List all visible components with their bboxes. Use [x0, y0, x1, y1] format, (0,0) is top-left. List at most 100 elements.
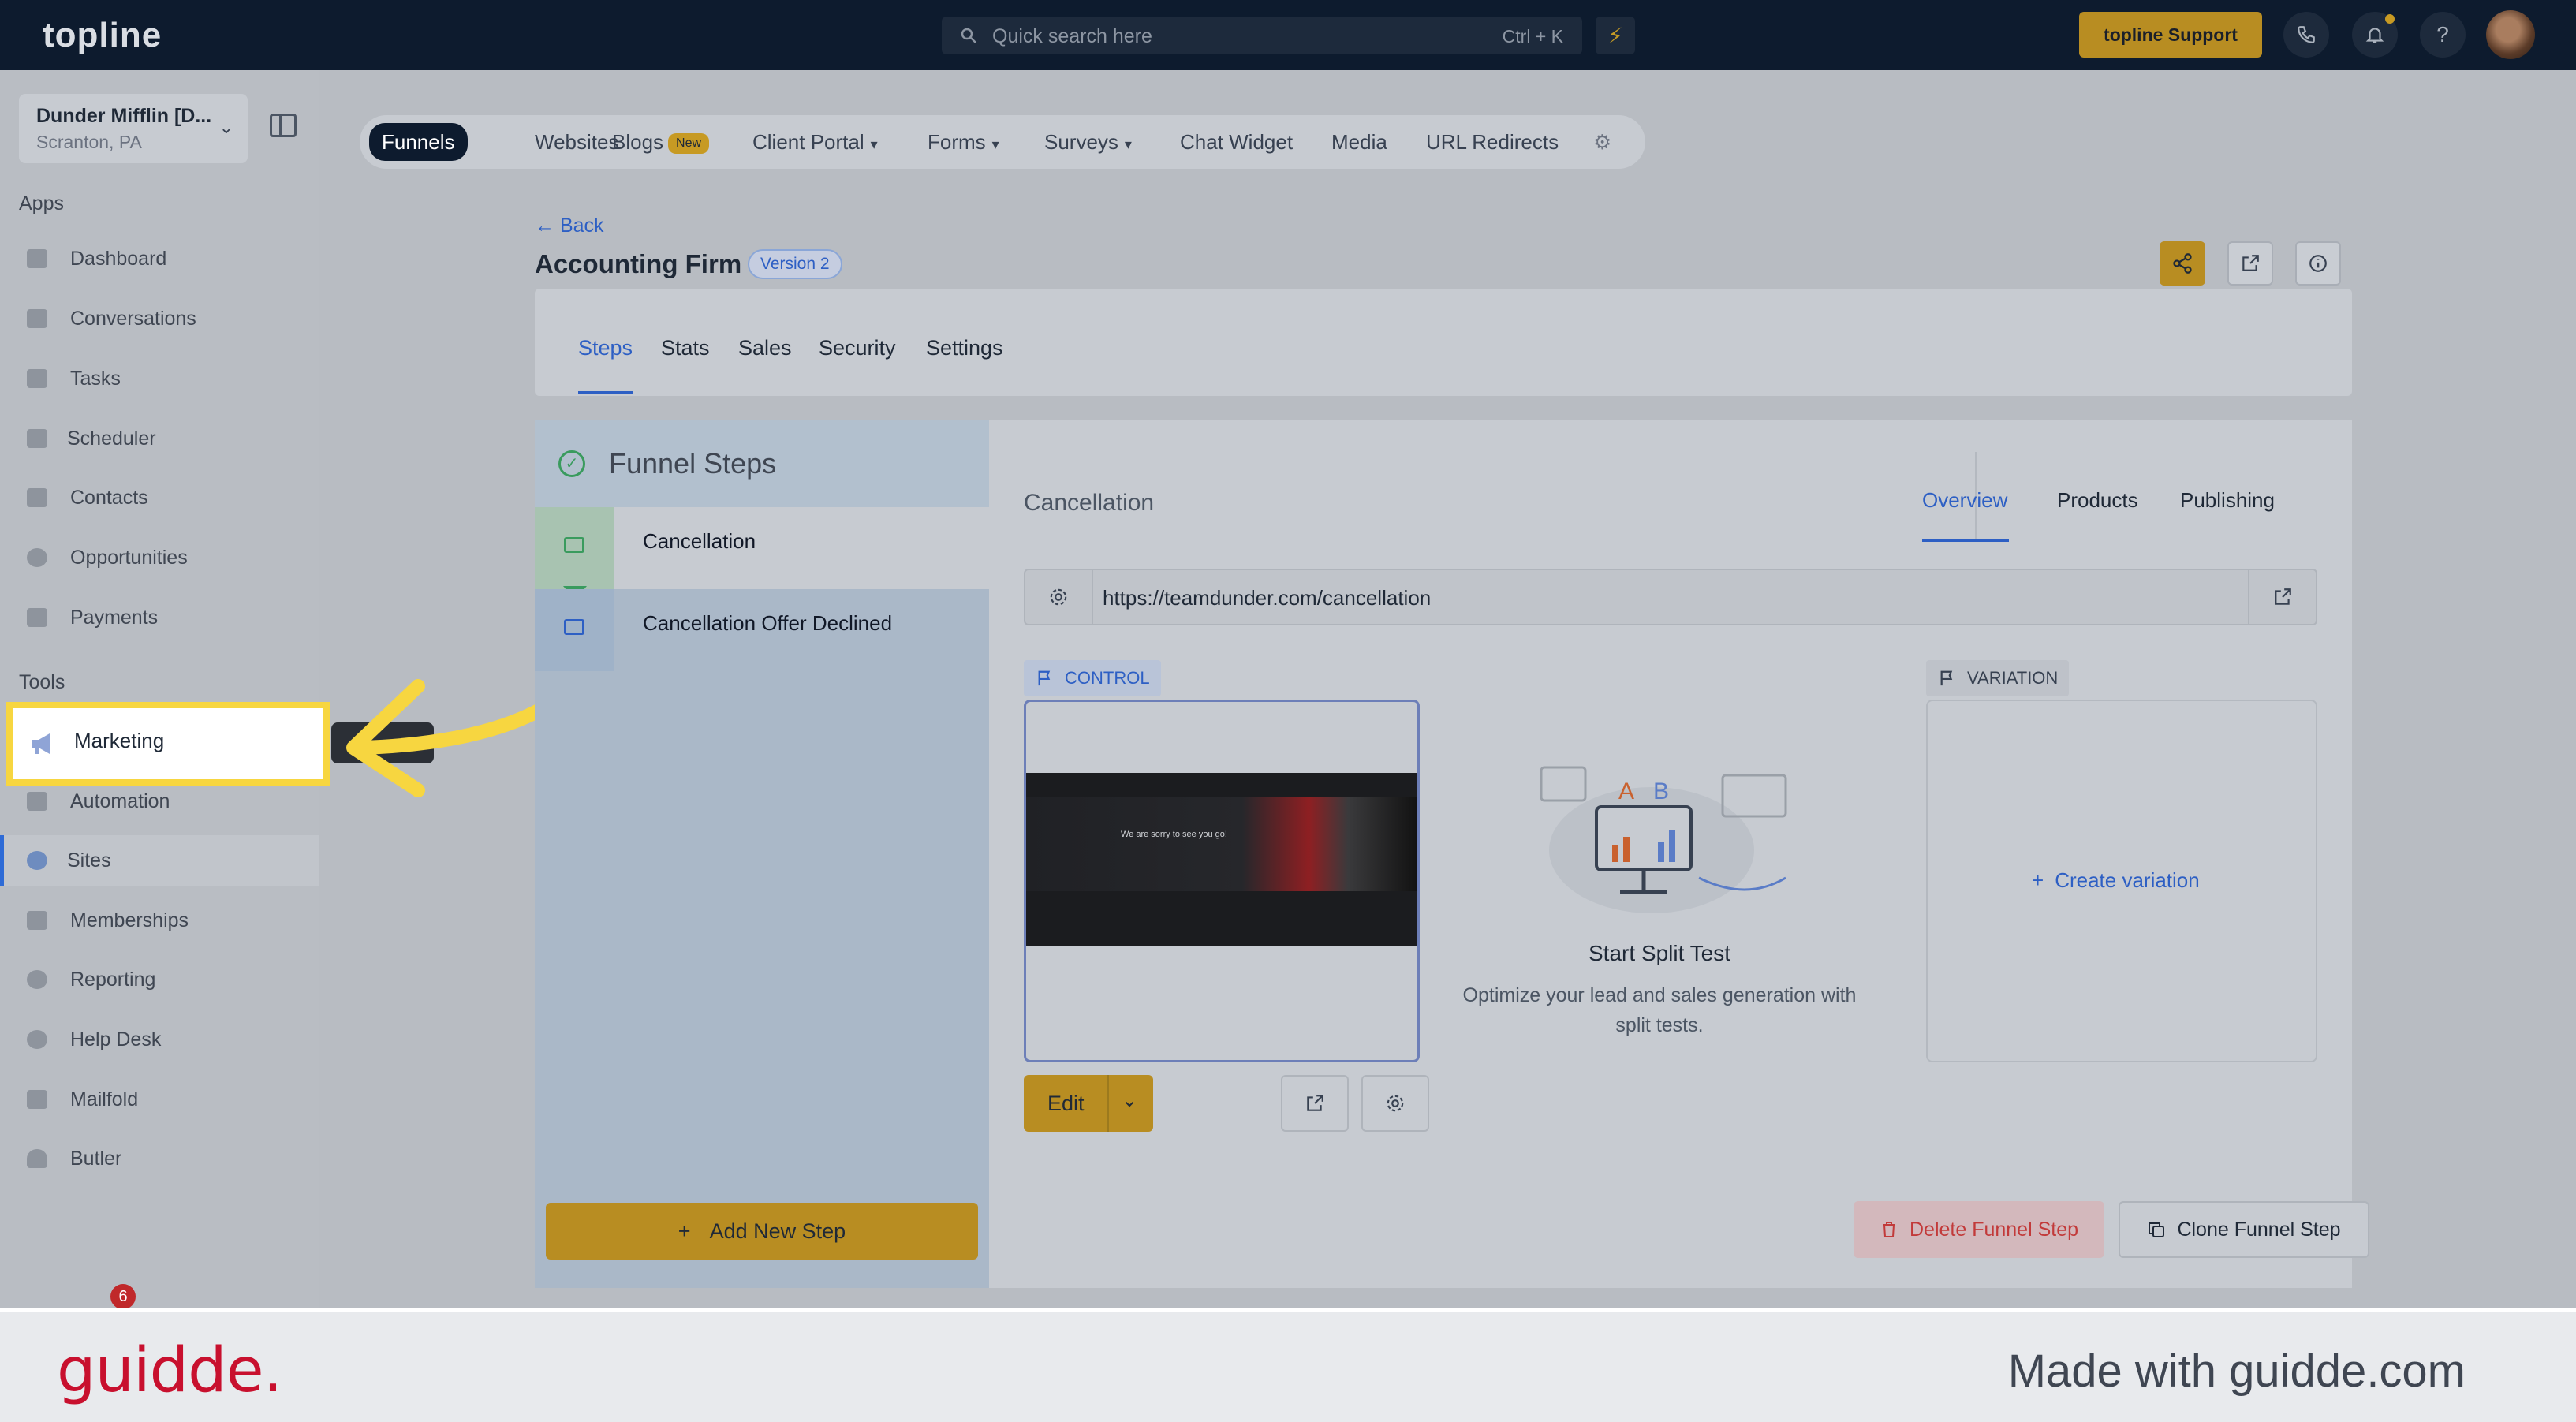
back-link[interactable]: ← Back	[535, 215, 604, 237]
sidebar-item-tasks[interactable]: Tasks	[0, 353, 319, 404]
location-name: Dunder Mifflin [D...	[36, 105, 212, 127]
step-marker	[535, 589, 614, 671]
phone-icon[interactable]	[2283, 12, 2329, 58]
dashboard-icon	[27, 249, 47, 268]
step-detail-title: Cancellation	[1024, 490, 1155, 516]
active-tab-indicator	[1922, 539, 2009, 542]
split-divider	[1107, 1075, 1109, 1132]
sidebar-item-butler[interactable]: Butler	[0, 1133, 319, 1184]
page-title: Accounting Firm	[535, 249, 742, 278]
user-avatar[interactable]	[2486, 10, 2535, 59]
share-button[interactable]	[2160, 241, 2205, 286]
sidebar-item-memberships[interactable]: Memberships	[0, 895, 319, 946]
tab-client-portal[interactable]: Client Portal ▾	[752, 126, 878, 158]
tab-media[interactable]: Media	[1331, 126, 1387, 158]
external-link-icon	[2275, 588, 2291, 605]
gear-icon	[1050, 588, 1067, 606]
tab-url-redirects[interactable]: URL Redirects	[1426, 126, 1559, 158]
sidebar-item-opportunities[interactable]: Opportunities	[0, 532, 319, 583]
add-new-step-button[interactable]: + Add New Step	[546, 1203, 978, 1260]
app-logo[interactable]: topline	[43, 16, 162, 55]
tab-forms[interactable]: Forms ▾	[928, 126, 999, 158]
variation-tag: VARIATION	[1926, 660, 2070, 696]
tab-funnels[interactable]: Funnels	[369, 123, 468, 161]
sidebar-toggle-icon[interactable]	[270, 114, 297, 137]
sidebar-item-dashboard[interactable]: Dashboard	[0, 233, 319, 284]
tab-websites[interactable]: Websites	[535, 126, 618, 158]
tab-blogs[interactable]: Blogs New	[612, 126, 710, 158]
funnel-step-item[interactable]: Cancellation	[535, 507, 989, 589]
search-placeholder: Quick search here	[992, 25, 1152, 47]
chat-icon	[27, 309, 47, 328]
trash-icon	[1882, 1222, 1895, 1237]
location-switcher[interactable]: Dunder Mifflin [D... Scranton, PA ⌄	[19, 94, 248, 163]
tab-blogs-label: Blogs	[612, 130, 664, 154]
info-button[interactable]	[2295, 241, 2341, 286]
tab-security[interactable]: Security	[819, 336, 896, 360]
sidebar-item-sites[interactable]: Sites	[0, 835, 319, 886]
quick-search[interactable]: Quick search here Ctrl + K	[942, 17, 1582, 54]
sidebar-item-help-desk[interactable]: Help Desk	[0, 1014, 319, 1065]
sidebar-item-mailfold[interactable]: Mailfold	[0, 1074, 319, 1125]
step-marker	[535, 507, 614, 589]
sidebar-item-label: Marketing	[74, 729, 165, 752]
preview-button[interactable]	[1281, 1075, 1349, 1132]
megaphone-icon	[32, 733, 50, 754]
tab-forms-label: Forms	[928, 130, 986, 154]
tab-overview[interactable]: Overview	[1922, 488, 2007, 513]
svg-text:A: A	[1618, 778, 1634, 804]
sidebar-item-label: Scheduler	[67, 427, 156, 450]
step-url[interactable]: https://teamdunder.com/cancellation	[1103, 586, 1431, 610]
sidebar-item-reporting[interactable]: Reporting	[0, 954, 319, 1005]
chevron-down-icon[interactable]: ⌄	[1122, 1089, 1137, 1112]
tab-sales[interactable]: Sales	[738, 336, 792, 360]
url-settings-button[interactable]	[1025, 570, 1093, 624]
active-tab-indicator	[578, 391, 633, 394]
funnel-tabs: Steps Stats Sales Security Settings	[535, 289, 2352, 396]
card-icon	[27, 608, 47, 627]
create-variation-button[interactable]: + Create variation	[2032, 868, 2200, 893]
check-circle-icon: ✓	[558, 450, 585, 477]
tools-heading: Tools	[19, 671, 65, 693]
delete-funnel-step-label: Delete Funnel Step	[1909, 1218, 2079, 1241]
tab-steps[interactable]: Steps	[578, 336, 633, 360]
clone-funnel-step-button[interactable]: Clone Funnel Step	[2119, 1201, 2369, 1258]
bolt-icon[interactable]: ⚡	[1596, 17, 1635, 54]
sidebar-item-label: Butler	[70, 1148, 122, 1170]
tab-publishing[interactable]: Publishing	[2180, 488, 2275, 513]
edit-button[interactable]: Edit ⌄	[1024, 1075, 1153, 1132]
new-badge: New	[668, 133, 710, 154]
page-settings-button[interactable]	[1361, 1075, 1429, 1132]
sidebar-item-payments[interactable]: Payments	[0, 592, 319, 643]
share-icon	[2173, 253, 2192, 274]
gear-icon[interactable]: ⚙	[1593, 126, 1611, 158]
search-icon	[961, 28, 976, 43]
help-icon[interactable]: ?	[2420, 12, 2466, 58]
tab-chat-widget[interactable]: Chat Widget	[1180, 126, 1293, 158]
sidebar-item-contacts[interactable]: Contacts	[0, 472, 319, 523]
location-city: Scranton, PA	[36, 132, 142, 152]
made-with-text: Made with guidde.com	[2007, 1345, 2466, 1397]
external-link-icon	[1307, 1095, 1323, 1111]
back-label: Back	[559, 215, 604, 237]
funnel-steps-panel: ✓ Funnel Steps Cancellation Cancellation…	[535, 420, 989, 1288]
contacts-icon	[27, 488, 47, 507]
funnel-steps-header: ✓ Funnel Steps	[535, 420, 989, 507]
support-button[interactable]: topline Support	[2079, 12, 2262, 58]
sidebar-item-marketing[interactable]: Marketing	[6, 702, 330, 786]
notification-badge[interactable]: 6	[110, 1284, 136, 1309]
open-external-button[interactable]	[2227, 241, 2273, 286]
control-page-thumbnail[interactable]: We are sorry to see you go!	[1024, 700, 1420, 1062]
sidebar-item-conversations[interactable]: Conversations	[0, 293, 319, 344]
tab-stats[interactable]: Stats	[661, 336, 710, 360]
sidebar-item-label: Mailfold	[70, 1088, 139, 1110]
funnel-step-item[interactable]: Cancellation Offer Declined	[535, 589, 989, 671]
tab-products[interactable]: Products	[2057, 488, 2138, 513]
delete-funnel-step-button[interactable]: Delete Funnel Step	[1854, 1201, 2104, 1258]
tab-settings[interactable]: Settings	[926, 336, 1003, 360]
open-url-button[interactable]	[2248, 570, 2316, 624]
sidebar-item-scheduler[interactable]: Scheduler	[0, 413, 319, 464]
gears-icon	[27, 792, 47, 811]
tab-surveys[interactable]: Surveys ▾	[1044, 126, 1132, 158]
chevron-down-icon: ▾	[1124, 136, 1132, 152]
